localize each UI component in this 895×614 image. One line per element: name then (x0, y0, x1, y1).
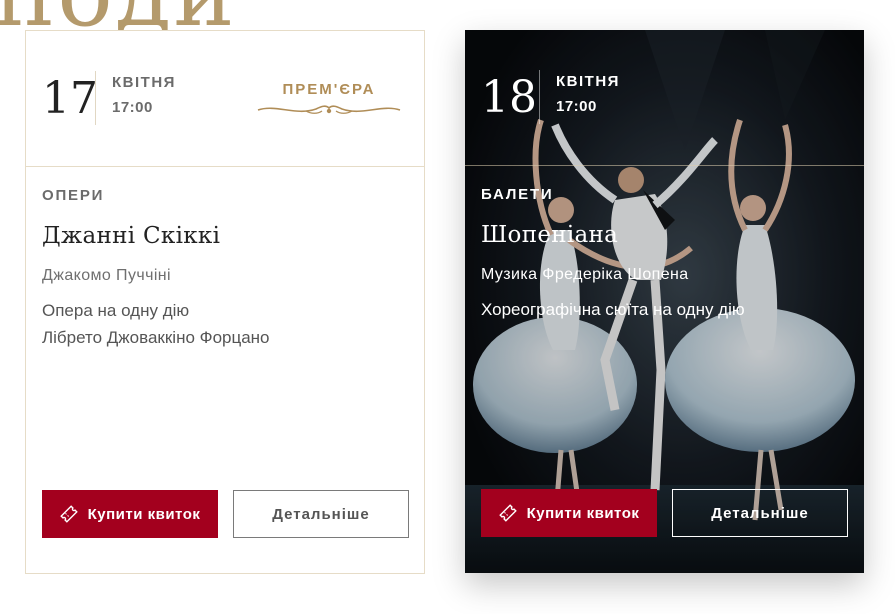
buy-ticket-label: Купити квиток (526, 504, 640, 522)
premiere-badge: ПРЕМ'ЄРА (254, 81, 404, 116)
details-label: Детальніше (272, 505, 370, 523)
event-genre: БАЛЕТИ (481, 186, 554, 203)
premiere-label: ПРЕМ'ЄРА (282, 81, 376, 98)
event-card-ballet[interactable]: 18 КВІТНЯ 17:00 БАЛЕТИ Шопеніана Музика … (465, 30, 864, 573)
buy-ticket-button[interactable]: Купити квиток (42, 490, 218, 538)
event-month: КВІТНЯ (112, 74, 176, 91)
event-day: 18 (481, 72, 537, 123)
event-composer: Музика Фредеріка Шопена (481, 266, 689, 283)
details-button[interactable]: Детальніше (672, 489, 848, 537)
buy-ticket-button[interactable]: Купити квиток (481, 489, 657, 537)
event-title[interactable]: Шопеніана (481, 222, 618, 248)
event-card-opera[interactable]: 17 КВІТНЯ 17:00 ПРЕМ'ЄРА ОПЕРИ Джанні Ск… (25, 30, 425, 574)
date-divider (539, 70, 540, 124)
event-date-block: 18 КВІТНЯ 17:00 (465, 30, 864, 166)
event-month: КВІТНЯ (556, 73, 620, 90)
event-time: 17:00 (556, 98, 597, 115)
description-line: Опера на одну дію (42, 301, 190, 320)
ticket-icon (59, 505, 78, 523)
buy-ticket-label: Купити квиток (87, 505, 201, 523)
ticket-icon (498, 504, 517, 522)
event-title[interactable]: Джанні Скіккі (42, 223, 220, 249)
event-composer: Джакомо Пуччіні (42, 267, 171, 284)
event-genre: ОПЕРИ (42, 187, 105, 204)
details-label: Детальніше (711, 504, 809, 522)
ornament-icon (257, 105, 401, 114)
description-line: Хореографічна сюїта на одну дію (481, 300, 745, 319)
event-day: 17 (42, 73, 98, 124)
description-line: Лібрето Джоваккіно Форцано (42, 328, 270, 347)
event-description: Опера на одну дію Лібрето Джоваккіно Фор… (42, 297, 270, 351)
event-date-block: 17 КВІТНЯ 17:00 ПРЕМ'ЄРА (26, 31, 424, 167)
details-button[interactable]: Детальніше (233, 490, 409, 538)
event-time: 17:00 (112, 99, 153, 116)
event-description: Хореографічна сюїта на одну дію (481, 296, 745, 323)
date-divider (95, 71, 96, 125)
